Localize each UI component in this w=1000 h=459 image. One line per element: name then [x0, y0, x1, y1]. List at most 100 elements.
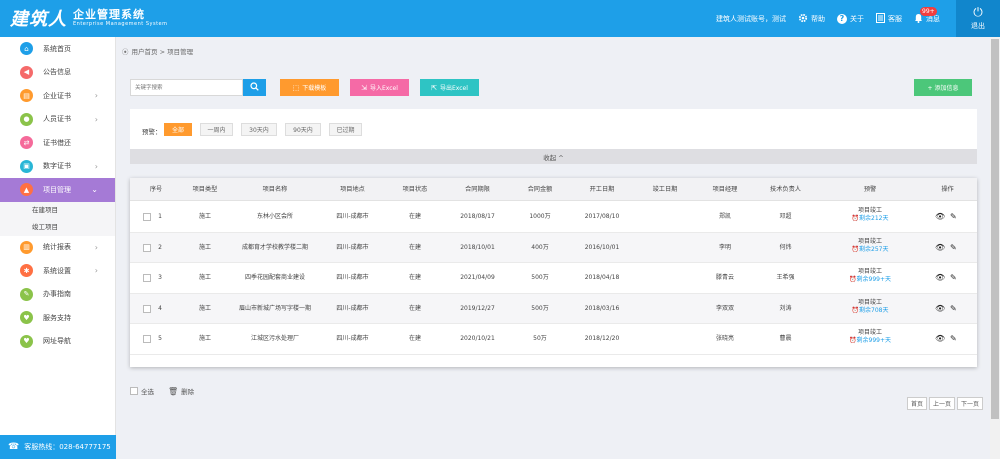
filter-chip-90days[interactable]: 90天内 [285, 123, 321, 136]
sidebar-item-label: 数字证书 [43, 162, 71, 171]
sidebar-item-home[interactable]: ⌂ 系统首页 [0, 37, 115, 61]
digital-cert-icon: ▣ [20, 159, 33, 173]
sidebar-item-support[interactable]: ♥ 服务支持 [0, 306, 115, 330]
help-label: 帮助 [811, 14, 825, 23]
edit-icon[interactable]: ✎ [950, 212, 957, 222]
warning-remaining: 剩余257天 [859, 245, 889, 253]
cell-term: 2020/10/21 [460, 335, 495, 342]
column-header-status[interactable]: 项目状态 [390, 178, 440, 201]
alarm-clock-icon: ⏰ [849, 337, 857, 344]
collapse-toggle[interactable]: 收起 ^ [130, 149, 977, 164]
page-scrollbar[interactable] [990, 37, 1000, 459]
column-header-term[interactable]: 合同期限 [450, 178, 505, 201]
logo[interactable]: 建筑人 企业管理系统 Enterprise Management System [10, 5, 167, 31]
cell-warning: 项目竣工 ⏰剩余999+天 [840, 330, 900, 344]
logout-button[interactable]: ⏻ 退出 [956, 0, 1000, 37]
pager-prev[interactable]: 上一页 [929, 397, 956, 410]
logo-title: 企业管理系统 [73, 8, 145, 21]
cell-manager: 张晓亮 [715, 335, 734, 342]
message-badge: 99+ [920, 6, 937, 16]
table-row[interactable]: 4 施工 眉山市新城广场写字楼一期 四川-成都市 在建 2019/12/27 5… [130, 293, 977, 324]
export-icon: ⇱ [431, 83, 437, 92]
sidebar-subitem-ongoing[interactable]: 在建项目 [0, 201, 115, 219]
cell-tech: 何炜 [779, 243, 792, 251]
sidebar-item-announcements[interactable]: ◀ 公告信息 [0, 61, 115, 85]
breadcrumb-text[interactable]: 用户首页 > 项目管理 [132, 46, 194, 56]
cell-finish [640, 324, 690, 354]
column-header-amount[interactable]: 合同金额 [515, 178, 565, 201]
sidebar-item-company-cert[interactable]: ▤ 企业证书 › [0, 84, 115, 108]
add-info-button[interactable]: + 添加信息 [914, 79, 972, 96]
search-button[interactable] [243, 79, 266, 96]
column-header-finish[interactable]: 竣工日期 [640, 178, 690, 201]
phone-icon: ☎ [8, 442, 20, 452]
sidebar-subitem-completed[interactable]: 竣工项目 [0, 218, 115, 236]
column-header-no[interactable]: 序号 [141, 178, 171, 201]
row-checkbox[interactable] [143, 335, 151, 343]
account-name[interactable]: 建筑人测试账号，测试 [716, 14, 786, 24]
row-checkbox[interactable] [143, 243, 151, 252]
column-header-warning[interactable]: 预警 [840, 178, 900, 201]
select-all-checkbox[interactable] [130, 387, 138, 395]
pager-next[interactable]: 下一页 [957, 397, 984, 410]
filter-chip-expired[interactable]: 已过期 [329, 123, 362, 136]
filter-chip-all[interactable]: 全部 [164, 123, 192, 136]
table-row[interactable]: 2 施工 成都育才学校教学楼二期 四川-成都市 在建 2018/10/01 40… [130, 232, 977, 263]
messages-button[interactable]: 99+ 消息 [914, 6, 940, 25]
sidebar-item-label: 网址导航 [43, 337, 71, 346]
view-icon[interactable]: 👁 [935, 334, 945, 344]
sidebar-item-guide[interactable]: ✎ 办事指南 [0, 283, 115, 307]
delete-label[interactable]: 删除 [181, 386, 194, 396]
select-all-label[interactable]: 全选 [141, 386, 154, 396]
row-checkbox[interactable] [143, 274, 151, 282]
import-excel-button[interactable]: ⇲ 导入Excel [350, 79, 409, 96]
edit-icon[interactable]: ✎ [950, 273, 957, 283]
service-button[interactable]: 客服 [876, 12, 902, 25]
help-button[interactable]: 帮助 [798, 13, 825, 25]
pager-first[interactable]: 首页 [907, 397, 928, 410]
download-template-label: 下载模板 [302, 85, 327, 92]
cell-no: 4 [158, 304, 162, 312]
column-header-tech[interactable]: 技术负责人 [758, 178, 813, 201]
table-row[interactable]: 1 施工 东林小区会所 四川-成都市 在建 2018/08/17 1000万 2… [130, 202, 977, 233]
alarm-clock-icon: ⏰ [851, 245, 860, 253]
about-button[interactable]: ? 关于 [837, 13, 864, 24]
filter-chip-30days[interactable]: 30天内 [241, 123, 277, 136]
sidebar-item-project-mgmt[interactable]: ▲ 项目管理 ⌄ [0, 178, 115, 202]
column-header-type[interactable]: 项目类型 [185, 178, 225, 201]
export-excel-button[interactable]: ⇱ 导出Excel [420, 79, 479, 96]
view-icon[interactable]: 👁 [935, 243, 945, 253]
column-header-manager[interactable]: 项目经理 [700, 178, 750, 201]
filter-chip-week[interactable]: 一周内 [200, 123, 233, 136]
cell-manager: 李双双 [715, 304, 734, 312]
column-header-start[interactable]: 开工日期 [577, 178, 627, 201]
edit-icon[interactable]: ✎ [950, 304, 957, 314]
sidebar-item-nav[interactable]: ♥ 网址导航 [0, 330, 115, 354]
column-header-name[interactable]: 项目名称 [240, 178, 310, 201]
column-header-actions[interactable]: 操作 [930, 178, 965, 201]
pagination: 首页 上一页 下一页 [905, 397, 984, 410]
sidebar-item-digital-cert[interactable]: ▣ 数字证书 › [0, 155, 115, 179]
trash-icon[interactable]: 🗑 [168, 387, 178, 396]
row-checkbox[interactable] [143, 304, 151, 313]
row-checkbox[interactable] [143, 213, 151, 221]
view-icon[interactable]: 👁 [935, 304, 945, 314]
warning-remaining: 剩余999+天 [856, 276, 891, 283]
sidebar-item-reports[interactable]: ▥ 统计报表 › [0, 236, 115, 260]
view-icon[interactable]: 👁 [935, 273, 945, 283]
search-input[interactable] [130, 79, 243, 96]
view-icon[interactable]: 👁 [935, 212, 945, 222]
warning-remaining: 剩余708天 [859, 306, 889, 314]
cell-term: 2019/12/27 [460, 304, 495, 312]
sidebar-item-personnel-cert[interactable]: ● 人员证书 › [0, 108, 115, 132]
sidebar-item-cert-borrow[interactable]: ⇄ 证书借还 [0, 131, 115, 155]
edit-icon[interactable]: ✎ [950, 334, 957, 344]
table-row[interactable]: 5 施工 江城区污水处理厂 四川-成都市 在建 2020/10/21 50万 2… [130, 324, 977, 355]
column-header-place[interactable]: 项目地点 [325, 178, 380, 201]
download-template-button[interactable]: ⬚ 下载模板 [280, 79, 339, 96]
edit-icon[interactable]: ✎ [950, 243, 957, 253]
sidebar-item-settings[interactable]: ✱ 系统设置 › [0, 259, 115, 283]
cell-type: 施工 [198, 243, 211, 251]
table-row[interactable]: 3 施工 四季花园配套商业建设 四川-成都市 在建 2021/04/09 500… [130, 263, 977, 294]
scrollbar-thumb[interactable] [991, 39, 999, 419]
